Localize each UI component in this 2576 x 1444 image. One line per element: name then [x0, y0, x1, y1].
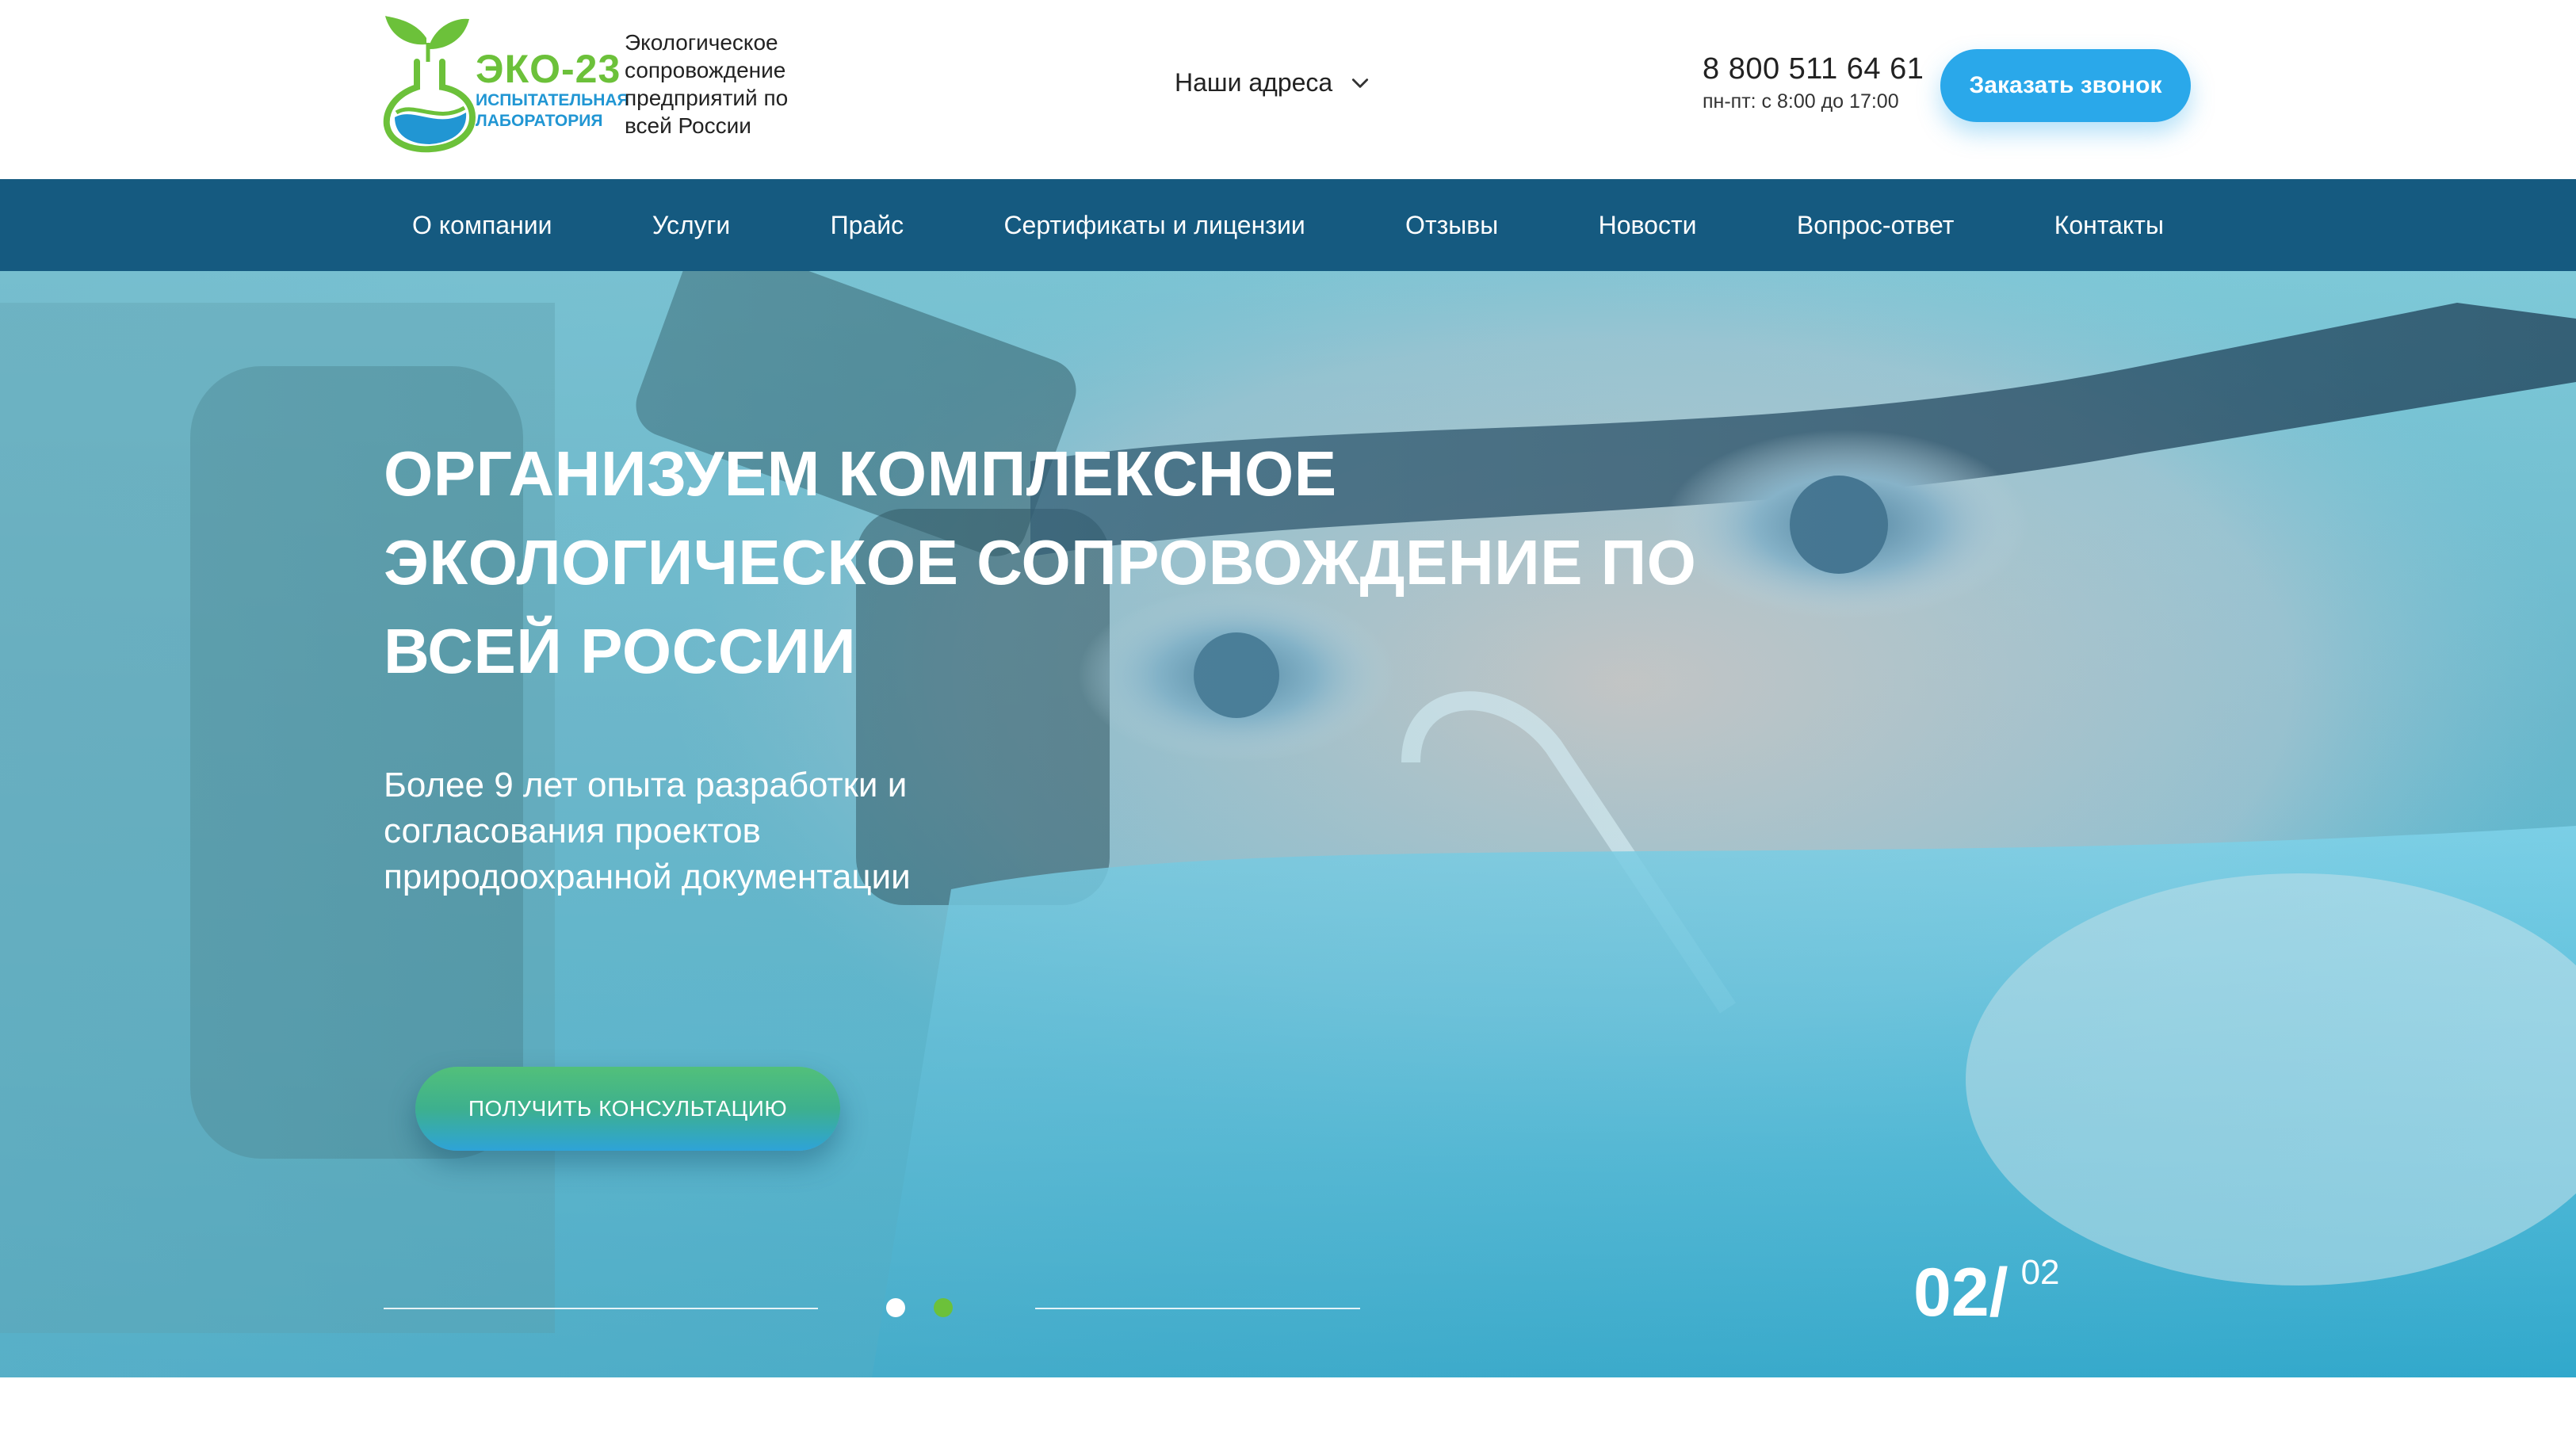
logo-title: ЭКО-23: [476, 47, 621, 91]
slider-dot-1[interactable]: [886, 1298, 905, 1317]
chevron-down-icon: [1352, 78, 1369, 88]
get-consultation-button[interactable]: ПОЛУЧИТЬ КОНСУЛЬТАЦИЮ: [415, 1067, 840, 1151]
nav-item-about[interactable]: О компании: [380, 211, 583, 240]
slide-counter-current: 02/: [1913, 1255, 2008, 1331]
nav-item-contacts[interactable]: Контакты: [2023, 211, 2196, 240]
hero-title: ОРГАНИЗУЕМ КОМПЛЕКСНОЕ ЭКОЛОГИЧЕСКОЕ СОП…: [384, 438, 1697, 686]
slider-dot-2[interactable]: [934, 1298, 953, 1317]
addresses-label: Наши адреса: [1175, 68, 1333, 97]
nav-item-news[interactable]: Новости: [1567, 211, 1729, 240]
slide-counter: 02/02: [1913, 1253, 2060, 1332]
order-call-button[interactable]: Заказать звонок: [1940, 49, 2191, 122]
nav-item-certificates[interactable]: Сертификаты и лицензии: [972, 211, 1336, 240]
slide-counter-total: 02: [2020, 1253, 2060, 1292]
main-nav: О компании Услуги Прайс Сертификаты и ли…: [0, 179, 2576, 271]
logo-subtitle: ИСПЫТАТЕЛЬНАЯ ЛАБОРАТОРИЯ: [476, 91, 629, 130]
slider-divider-right: [1035, 1308, 1360, 1309]
header-tagline: Экологическое сопровождение предприятий …: [625, 30, 789, 138]
working-hours: пн-пт: с 8:00 до 17:00: [1703, 90, 1899, 113]
nav-item-faq[interactable]: Вопрос-ответ: [1765, 211, 1986, 240]
nav-item-reviews[interactable]: Отзывы: [1374, 211, 1530, 240]
hero-subtitle: Более 9 лет опыта разработки и согласова…: [384, 766, 911, 896]
slider-divider-left: [384, 1308, 818, 1309]
nav-item-price[interactable]: Прайс: [799, 211, 935, 240]
phone-number[interactable]: 8 800 511 64 61: [1703, 52, 1924, 86]
site-header: ЭКО-23 ИСПЫТАТЕЛЬНАЯ ЛАБОРАТОРИЯ Экологи…: [0, 0, 2576, 179]
addresses-dropdown[interactable]: Наши адреса: [1175, 68, 1370, 97]
hero-slider: ОРГАНИЗУЕМ КОМПЛЕКСНОЕ ЭКОЛОГИЧЕСКОЕ СОП…: [0, 271, 2576, 1377]
nav-item-services[interactable]: Услуги: [621, 211, 762, 240]
